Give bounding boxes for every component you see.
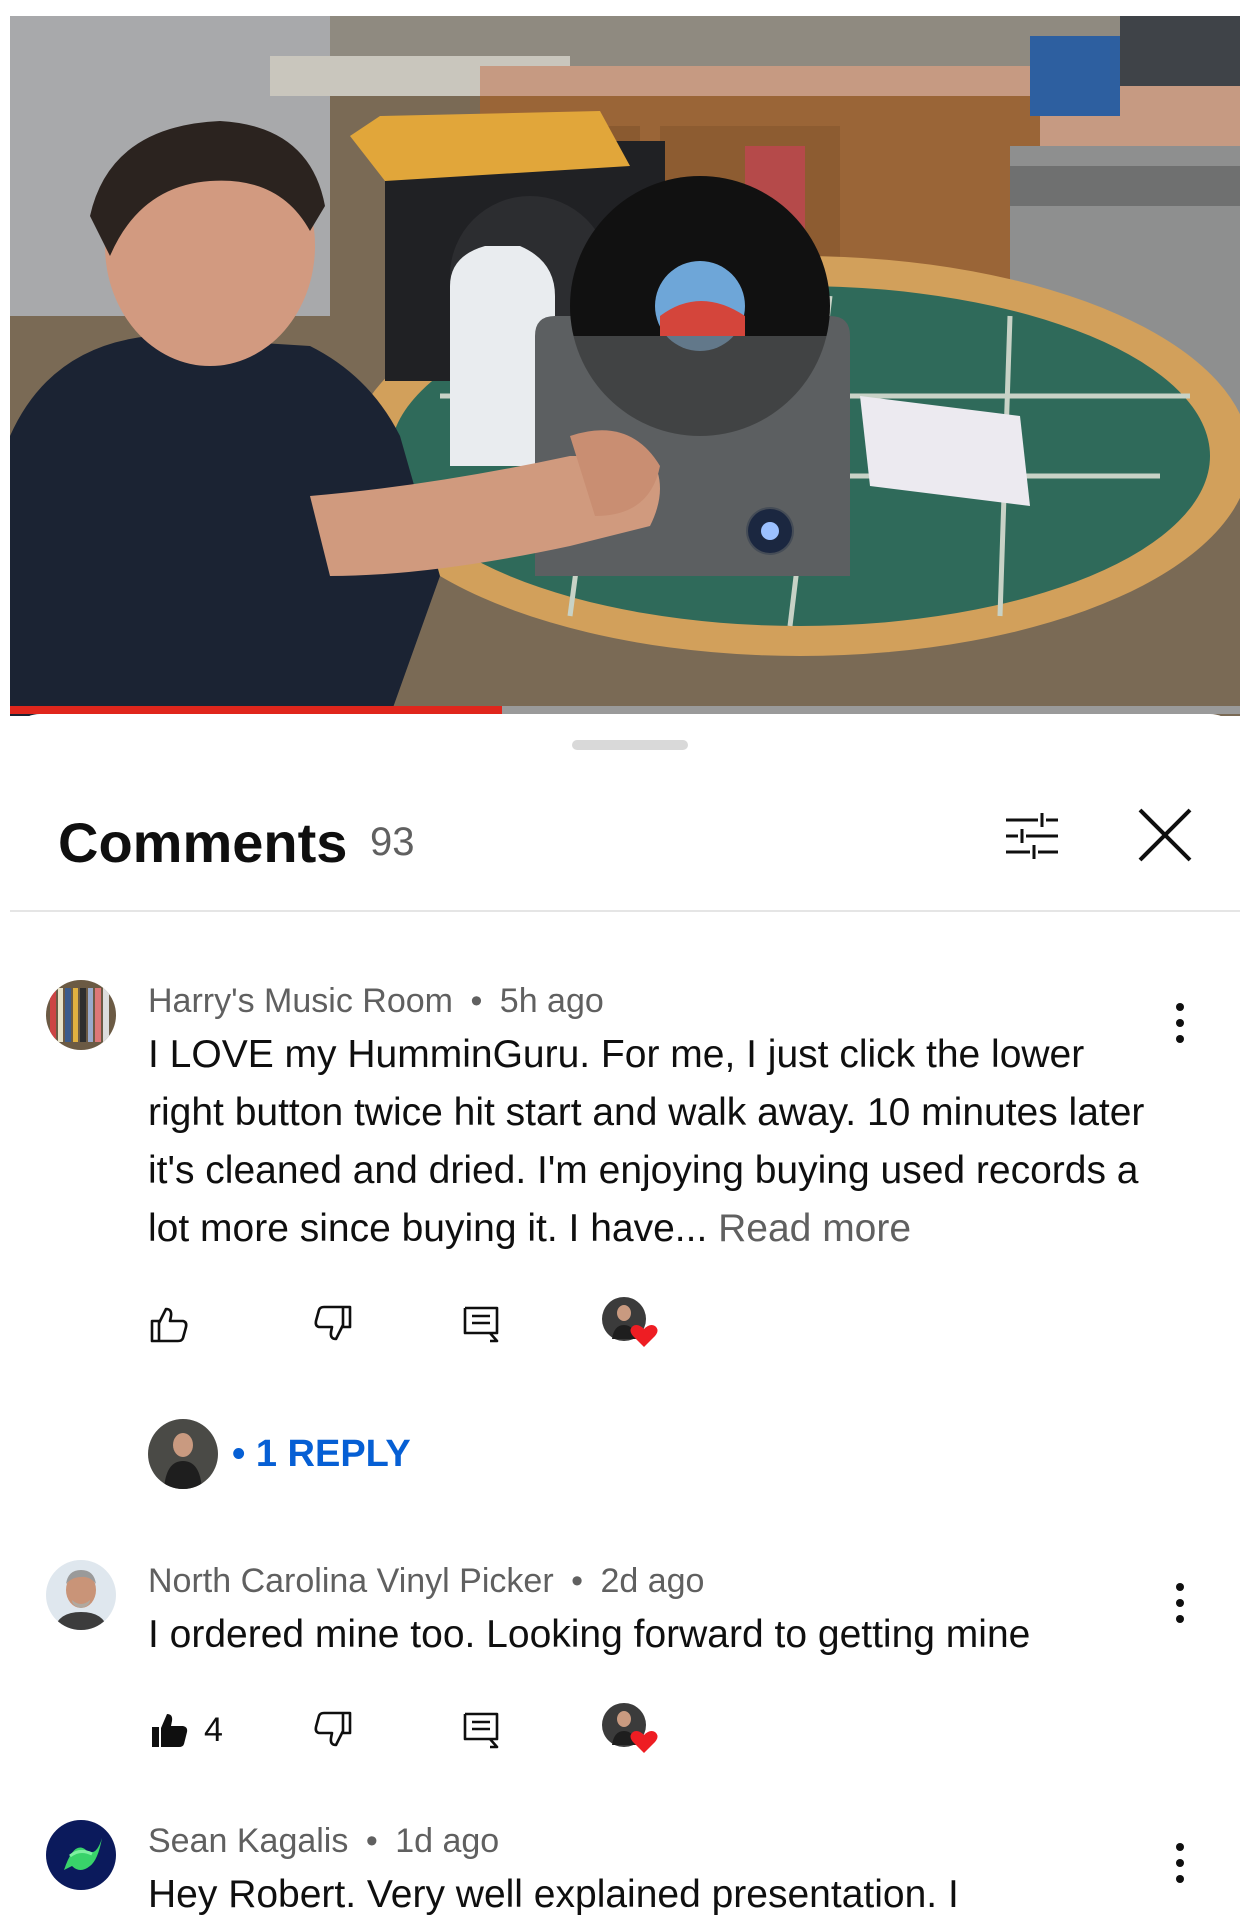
comment-text: Hey Robert. Very well explained presenta… <box>148 1873 959 1916</box>
comment-author[interactable]: North Carolina Vinyl Picker <box>148 1562 554 1600</box>
comment-body: I ordered mine too. Looking forward to g… <box>148 1606 1168 1664</box>
thumbs-down-icon <box>314 1711 352 1747</box>
creator-heart-badge <box>600 1701 664 1757</box>
avatar-image <box>46 980 116 1050</box>
sliders-icon <box>1006 813 1058 859</box>
dislike-button[interactable] <box>312 1299 354 1349</box>
read-more-link[interactable]: Read more <box>718 1207 911 1250</box>
hearted-by-creator-icon <box>602 1297 658 1347</box>
close-icon <box>1138 808 1192 862</box>
comment-item: Sean Kagalis • 1d ago Hey Robert. Very w… <box>10 1800 1240 1920</box>
thumbs-down-icon <box>314 1305 352 1341</box>
dislike-button[interactable] <box>312 1705 354 1755</box>
creator-heart-badge <box>600 1295 664 1351</box>
comments-count: 93 <box>370 820 415 864</box>
comment-meta: North Carolina Vinyl Picker • 2d ago <box>148 1562 704 1601</box>
replies-toggle[interactable]: • 1 REPLY <box>148 1418 411 1490</box>
thumbs-up-icon <box>150 1307 188 1343</box>
comments-title: Comments <box>58 811 348 874</box>
video-frame <box>10 16 1240 716</box>
avatar[interactable] <box>46 1560 116 1630</box>
comment-time: 2d ago <box>600 1562 705 1600</box>
meta-separator: • <box>365 1822 378 1860</box>
like-count: 4 <box>204 1710 223 1749</box>
reply-button[interactable] <box>460 1299 502 1349</box>
comment-item: Harry's Music Room • 5h ago I LOVE my Hu… <box>10 970 1240 1530</box>
meta-separator: • <box>470 982 483 1020</box>
like-button[interactable]: 4 <box>148 1705 223 1755</box>
avatar-image <box>46 1820 116 1890</box>
comment-reply-icon <box>463 1306 499 1343</box>
comment-body: Hey Robert. Very well explained presenta… <box>148 1866 1168 1920</box>
comment-author[interactable]: Harry's Music Room <box>148 982 453 1020</box>
video-progress-bar[interactable] <box>10 706 1240 714</box>
comment-author[interactable]: Sean Kagalis <box>148 1822 348 1860</box>
drag-handle[interactable] <box>572 740 688 750</box>
hearted-by-creator-icon <box>602 1703 658 1753</box>
header-divider <box>10 910 1240 912</box>
reply-avatar-image <box>148 1419 218 1489</box>
comments-sheet: Comments 93 Harry's Music Room • 5h ago … <box>10 714 1240 1920</box>
comments-header: Comments 93 <box>10 770 1240 890</box>
comment-reply-icon <box>463 1712 499 1749</box>
meta-separator: • <box>571 1562 584 1600</box>
comment-time: 1d ago <box>395 1822 500 1860</box>
comment-text: I ordered mine too. Looking forward to g… <box>148 1613 1031 1656</box>
close-button[interactable] <box>1132 802 1198 868</box>
thumbs-up-filled-icon <box>152 1714 188 1747</box>
avatar-image <box>46 1560 116 1630</box>
comment-meta: Harry's Music Room • 5h ago <box>148 982 604 1021</box>
filter-button[interactable] <box>1000 804 1064 868</box>
reply-count-link[interactable]: • 1 REPLY <box>232 1433 411 1476</box>
comment-body: I LOVE my HumminGuru. For me, I just cli… <box>148 1026 1168 1258</box>
comment-item: North Carolina Vinyl Picker • 2d ago I o… <box>10 1540 1240 1760</box>
reply-button[interactable] <box>460 1705 502 1755</box>
comment-time: 5h ago <box>499 982 604 1020</box>
reply-avatar <box>148 1419 218 1489</box>
avatar[interactable] <box>46 1820 116 1890</box>
like-button[interactable] <box>148 1299 190 1349</box>
video-player[interactable] <box>10 16 1240 716</box>
video-progress-fill <box>10 706 502 714</box>
comment-text: I LOVE my HumminGuru. For me, I just cli… <box>148 1033 1145 1250</box>
comment-meta: Sean Kagalis • 1d ago <box>148 1822 499 1861</box>
avatar[interactable] <box>46 980 116 1050</box>
